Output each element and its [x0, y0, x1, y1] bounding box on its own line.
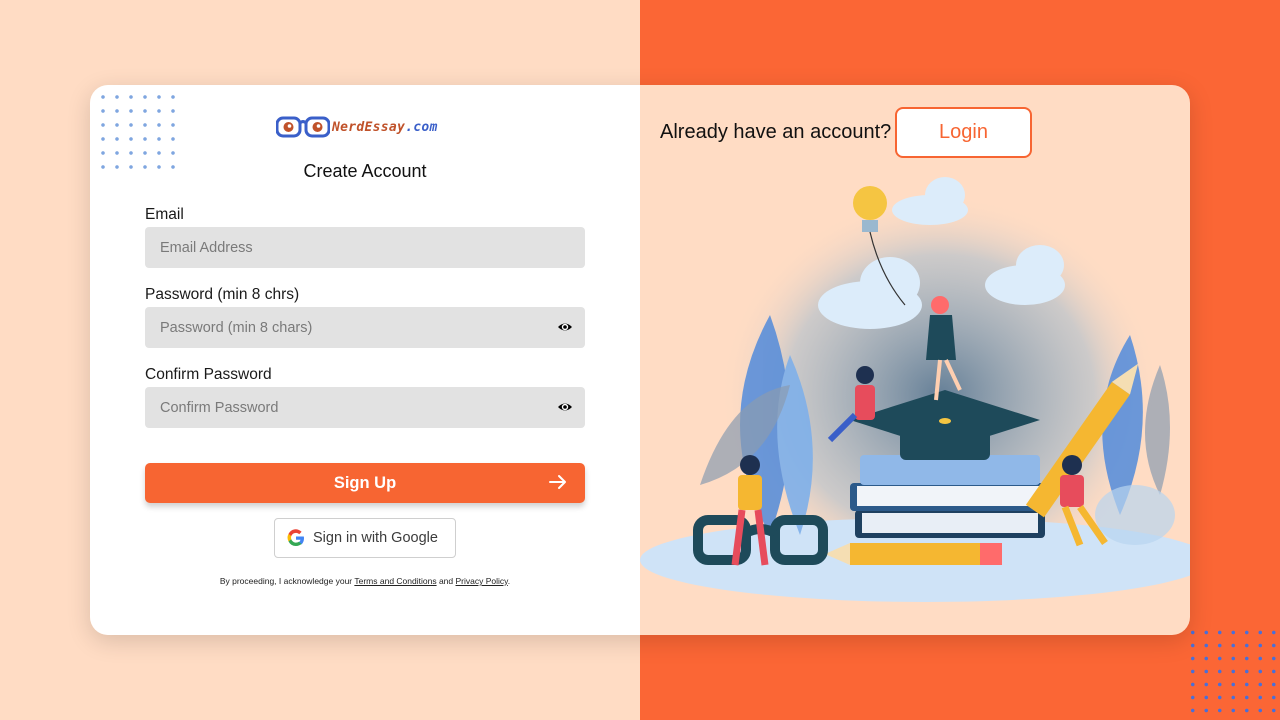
eye-icon[interactable] — [557, 319, 573, 335]
auth-card: NerdEssay.com Create Account Email Passw… — [90, 85, 1190, 635]
arrow-right-icon — [549, 475, 566, 489]
password-label: Password (min 8 chrs) — [145, 286, 300, 303]
terms-link[interactable]: Terms and Conditions — [354, 576, 436, 586]
legal-notice: By proceeding, I acknowledge your Terms … — [219, 576, 511, 586]
sign-up-button[interactable]: Sign Up — [145, 463, 585, 503]
confirm-password-label: Confirm Password — [145, 366, 272, 383]
already-account-text: Already have an account? — [660, 121, 892, 143]
decorative-dots-bottom-right — [1186, 626, 1280, 720]
password-field[interactable] — [160, 319, 540, 336]
google-g-icon — [287, 529, 304, 547]
glasses-logo-icon — [276, 116, 330, 138]
confirm-password-field[interactable] — [160, 399, 540, 416]
email-label: Email — [145, 206, 184, 223]
google-signin-button[interactable]: Sign in with Google — [274, 518, 456, 558]
google-signin-label: Sign in with Google — [313, 530, 438, 546]
logo-text: NerdEssay.com — [332, 119, 438, 135]
password-field-wrapper — [145, 307, 585, 348]
confirm-password-field-wrapper — [145, 387, 585, 428]
privacy-link[interactable]: Privacy Policy — [456, 576, 508, 586]
education-illustration — [640, 177, 1190, 602]
sign-up-label: Sign Up — [333, 473, 397, 492]
brand-logo[interactable]: NerdEssay.com — [276, 113, 452, 141]
eye-icon[interactable] — [557, 399, 573, 415]
email-field[interactable] — [160, 239, 540, 256]
email-field-wrapper — [145, 227, 585, 268]
login-panel: Already have an account? Login — [640, 85, 1190, 635]
login-button[interactable]: Login — [895, 107, 1032, 158]
decorative-dots-top-left — [96, 90, 184, 178]
